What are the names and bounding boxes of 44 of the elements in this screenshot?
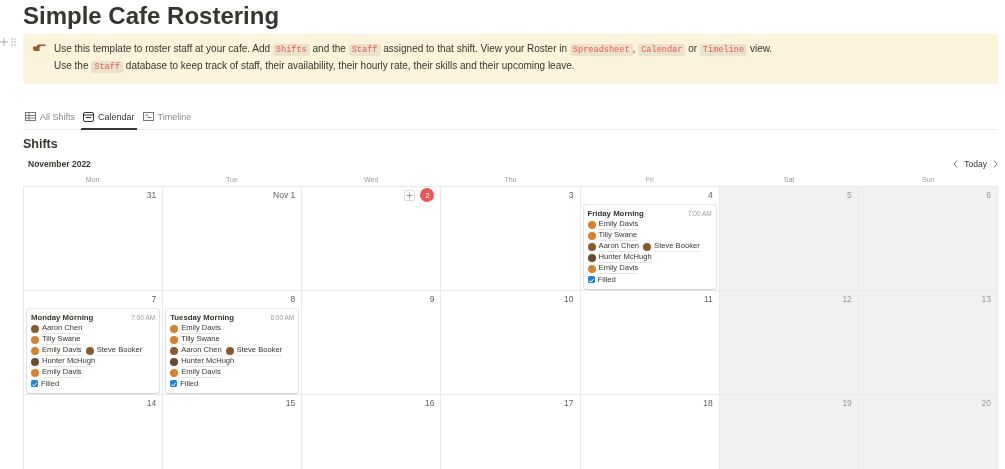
day-number: 6 — [986, 190, 991, 200]
avatar-icon — [643, 242, 652, 251]
day-number: 12 — [842, 294, 852, 304]
filled-checkbox[interactable] — [170, 380, 178, 388]
month-label: November 2022 — [27, 159, 91, 169]
page-title: Simple Cafe Rostering — [23, 1, 281, 30]
pointing-hand-icon — [33, 43, 46, 52]
timeline-icon — [142, 111, 154, 122]
day-number: 19 — [842, 398, 852, 408]
day-number: 16 — [424, 398, 435, 408]
view-tab[interactable]: Calendar — [81, 108, 137, 130]
day-number: 5 — [847, 190, 852, 200]
day-number: 20 — [981, 398, 991, 408]
table-icon — [25, 111, 36, 122]
day-number: 13 — [981, 294, 991, 304]
day-number: 9 — [429, 294, 435, 304]
day-number: 17 — [564, 398, 574, 408]
day-number: 31 — [146, 190, 157, 200]
day-number: 8 — [290, 294, 296, 304]
database-title: Shifts — [23, 136, 59, 152]
today-button[interactable]: Today — [964, 159, 987, 169]
day-number: Nov 1 — [273, 190, 296, 200]
day-number: 4 — [707, 190, 713, 200]
day-number: 14 — [146, 398, 157, 408]
chevron-left-icon[interactable] — [953, 160, 959, 168]
avatar-icon — [225, 346, 234, 355]
calendar-icon — [83, 111, 94, 122]
drag-handle-icon[interactable] — [11, 38, 16, 46]
filled-checkbox[interactable] — [31, 380, 38, 388]
day-number: 2 — [420, 188, 435, 202]
day-number: 15 — [285, 398, 296, 408]
day-number: 3 — [568, 190, 574, 200]
day-number: 11 — [703, 294, 713, 304]
day-number: 10 — [564, 294, 574, 304]
chevron-right-icon[interactable] — [993, 160, 998, 168]
view-tab[interactable]: Timeline — [140, 108, 194, 130]
callout-text: Use this template to roster staff at your cafe. Add Shifts and the Staff assigned to that shift. View your Roster in Spreadsheet , Calendar or Timeline view. — [54, 42, 773, 58]
day-number: 7 — [151, 294, 157, 304]
add-event-icon[interactable] — [404, 189, 416, 201]
filled-checkbox[interactable] — [587, 276, 595, 284]
callout-text: Use the Staff database to keep track of staff, their availability, their hourly rate, their skills and their upcoming leave. — [54, 59, 576, 75]
view-tab[interactable]: All Shifts — [23, 108, 77, 130]
day-number: 18 — [703, 398, 713, 408]
avatar-icon — [85, 346, 94, 355]
